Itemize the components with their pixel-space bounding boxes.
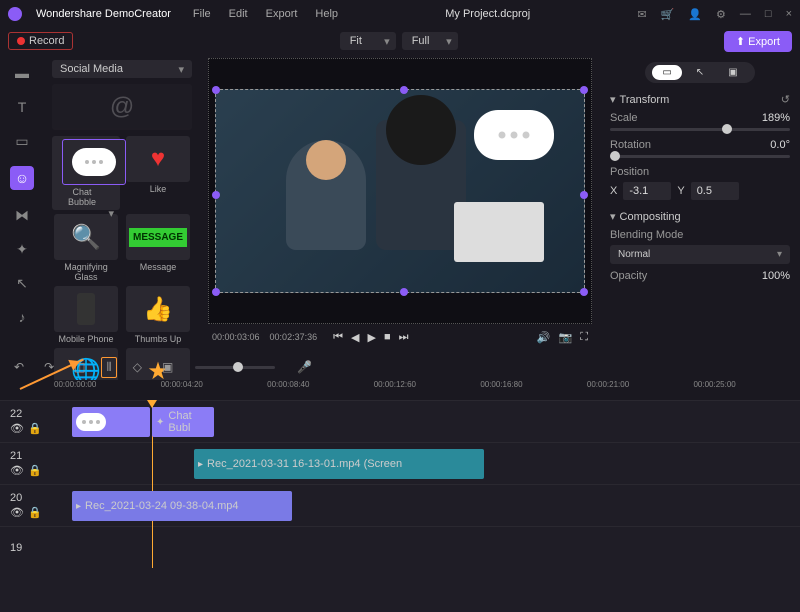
project-name: My Project.dcproj <box>445 8 530 20</box>
marker-icon[interactable]: ◇ <box>129 358 146 376</box>
annotation-icon[interactable]: ▭ <box>13 132 31 150</box>
cart-icon[interactable]: 🛒 <box>661 8 675 21</box>
app-logo <box>8 7 22 21</box>
play-icon[interactable]: ▶ <box>367 331 375 344</box>
section-transform[interactable]: Transform <box>620 94 670 106</box>
reset-transform-icon[interactable]: ↺ <box>781 93 790 106</box>
scale-value: 189% <box>762 112 790 124</box>
export-button[interactable]: ⬆ Export <box>724 31 792 52</box>
effects-icon[interactable]: ✦ <box>13 240 31 258</box>
full-select[interactable]: Full <box>402 32 458 50</box>
record-button[interactable]: Record <box>8 32 73 50</box>
sticker-icon[interactable]: ☺ <box>10 166 34 190</box>
zoom-slider[interactable] <box>195 366 275 369</box>
menu-file[interactable]: File <box>193 8 211 20</box>
clip-rec-2[interactable]: ▸Rec_2021-03-24 09-38-04.mp4 <box>72 491 292 521</box>
step-back-icon[interactable]: ◀ <box>351 331 359 344</box>
fit-select[interactable]: Fit <box>340 32 396 50</box>
stop-icon[interactable]: ■ <box>384 331 391 344</box>
asset-thumbs-up[interactable]: 👍Thumbs Up <box>124 286 192 344</box>
position-x-input[interactable] <box>623 182 671 200</box>
volume-icon[interactable]: 🔊 <box>537 331 551 344</box>
tab-mask[interactable]: ▣ <box>718 65 747 80</box>
close-icon[interactable]: × <box>786 8 792 21</box>
library-icon[interactable]: ▬ <box>13 64 31 82</box>
settings-icon[interactable]: ⚙ <box>716 8 726 21</box>
clip-rec-1[interactable]: ▸Rec_2021-03-31 16-13-01.mp4 (Screen <box>194 449 484 479</box>
scale-slider[interactable] <box>610 128 790 131</box>
group-icon[interactable]: ▣ <box>158 358 177 376</box>
clip-bubble-2[interactable]: ✦Chat Bubl <box>152 407 214 437</box>
prev-frame-icon[interactable]: ⏮ <box>333 331 343 344</box>
timeline-ruler[interactable]: 00:00:00:0000:00:04:2000:00:08:4000:00:1… <box>0 380 800 400</box>
mic-icon[interactable]: 🎤 <box>293 358 316 376</box>
next-frame-icon[interactable]: ⏭ <box>399 331 409 344</box>
position-y-input[interactable] <box>691 182 739 200</box>
split-icon[interactable]: ⦀ <box>101 357 116 378</box>
total-time: 00:02:37:36 <box>270 332 318 342</box>
asset-chat-bubble[interactable]: Chat Bubble <box>52 136 120 210</box>
text-icon[interactable]: T <box>13 98 31 116</box>
maximize-icon[interactable]: □ <box>765 8 772 21</box>
asset-category-select[interactable]: Social Media <box>52 60 192 78</box>
current-time: 00:00:03:06 <box>212 332 260 342</box>
undo-icon[interactable]: ↶ <box>10 358 28 376</box>
menu-edit[interactable]: Edit <box>229 8 248 20</box>
visibility-icon[interactable]: 👁 <box>10 422 24 435</box>
app-name: Wondershare DemoCreator <box>36 8 171 20</box>
blend-mode-select[interactable]: Normal <box>610 245 790 264</box>
asset-mobile-phone[interactable]: Mobile Phone <box>52 286 120 344</box>
rotation-slider[interactable] <box>610 155 790 158</box>
selected-clip-frame[interactable] <box>215 89 585 293</box>
mail-icon[interactable]: ✉ <box>637 8 646 21</box>
cursor-icon[interactable]: ↖ <box>13 274 31 292</box>
user-icon[interactable]: 👤 <box>688 8 702 21</box>
transition-icon[interactable]: ⧓ <box>13 206 31 224</box>
lock-icon[interactable]: 🔒 <box>28 422 42 435</box>
tab-video[interactable]: ▭ <box>652 65 681 80</box>
asset-message[interactable]: MESSAGEMessage <box>124 214 192 282</box>
asset-magnifying-glass[interactable]: 🔍Magnifying Glass <box>52 214 120 282</box>
minimize-icon[interactable]: — <box>740 8 751 21</box>
rotation-value: 0.0° <box>770 139 790 151</box>
clip-bubble-1[interactable] <box>72 407 150 437</box>
preview-canvas[interactable] <box>208 58 592 324</box>
opacity-value: 100% <box>762 270 790 282</box>
tab-cursor[interactable]: ↖ <box>686 65 714 80</box>
chat-bubble-overlay[interactable] <box>474 110 554 160</box>
fullscreen-icon[interactable]: ⛶ <box>580 331 588 344</box>
section-compositing[interactable]: Compositing <box>620 211 681 223</box>
menu-export[interactable]: Export <box>266 8 298 20</box>
audio-icon[interactable]: ♪ <box>13 308 31 326</box>
menu-help[interactable]: Help <box>315 8 338 20</box>
snapshot-icon[interactable]: 📷 <box>559 331 573 344</box>
asset-like[interactable]: ♥Like <box>124 136 192 210</box>
